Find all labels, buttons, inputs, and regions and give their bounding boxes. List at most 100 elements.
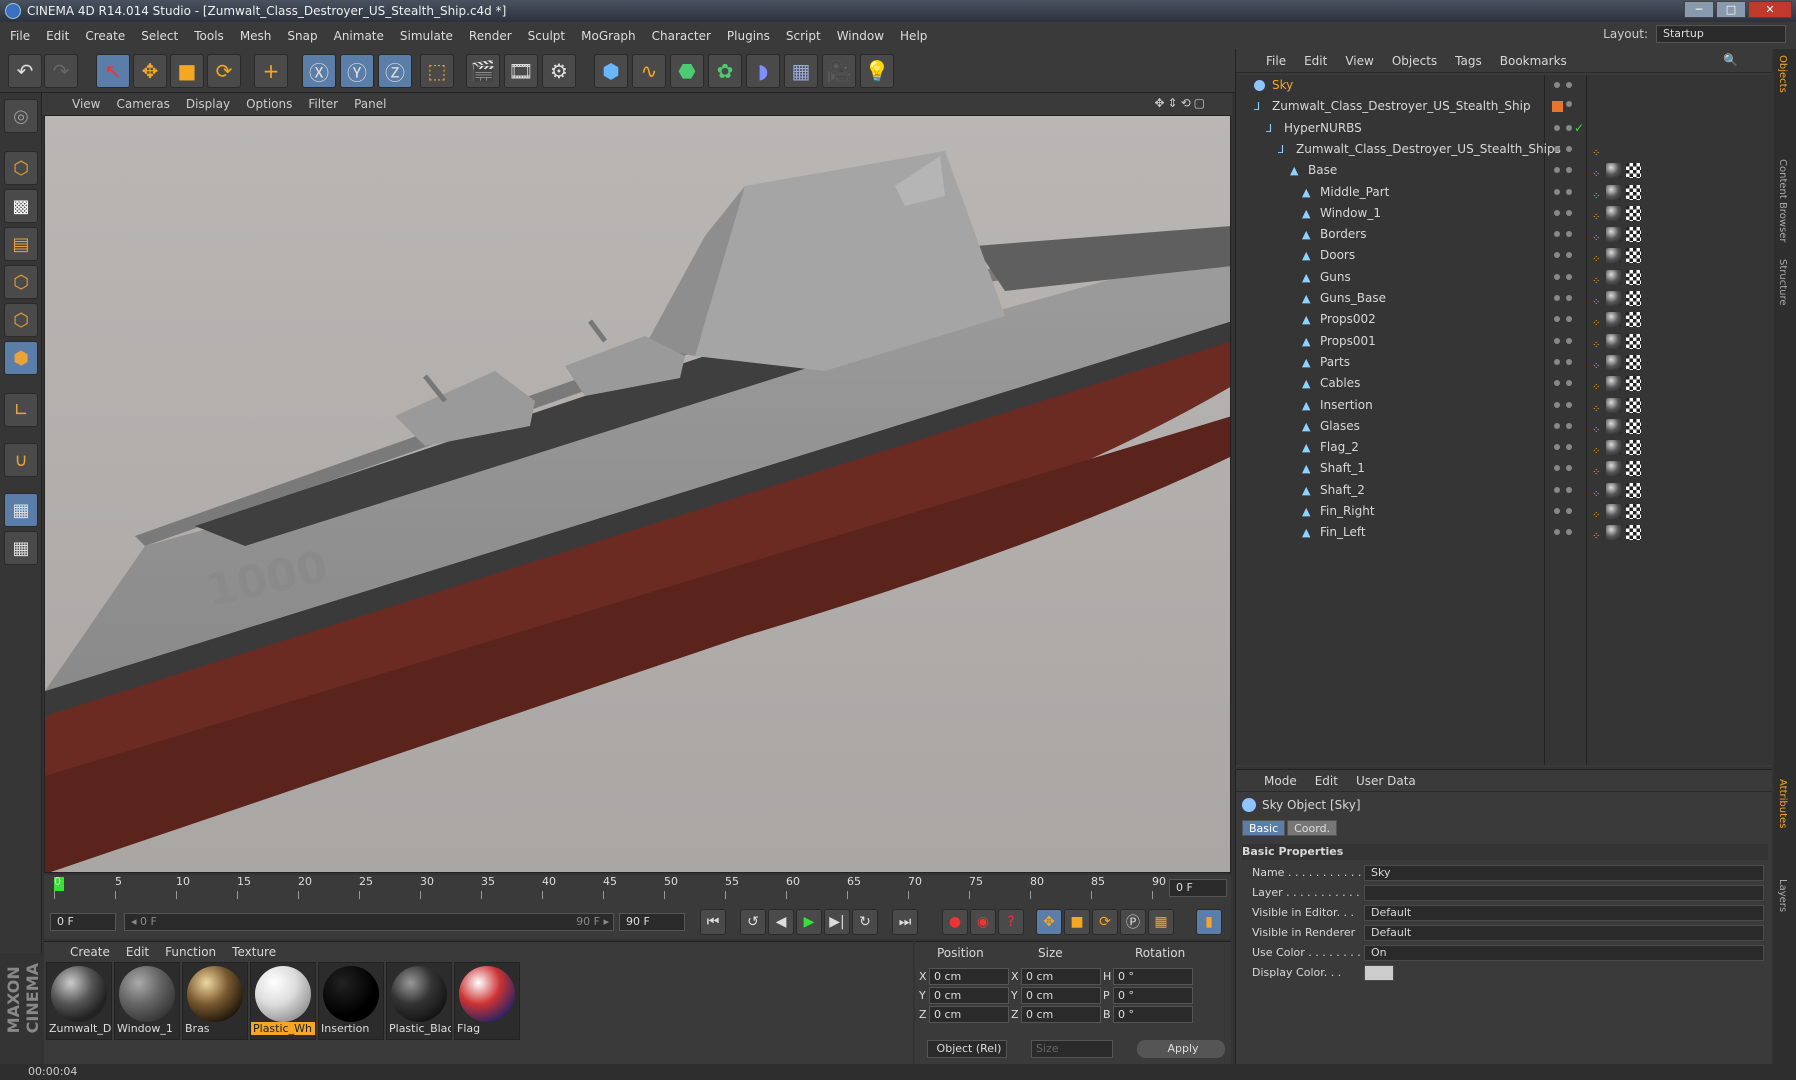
editor-visibility-dot[interactable] — [1554, 529, 1560, 536]
attribute-value-field[interactable]: Sky — [1364, 865, 1764, 881]
uvw-tag-icon[interactable] — [1626, 504, 1641, 519]
object-menu-bookmarks[interactable]: Bookmarks — [1500, 54, 1567, 68]
object-row[interactable]: ▲ Glases ⁘ — [1236, 416, 1773, 437]
uvw-tag-icon[interactable] — [1626, 461, 1641, 477]
uvw-tag-icon[interactable] — [1626, 440, 1641, 456]
uvw-tag-icon[interactable] — [1626, 269, 1641, 285]
object-row[interactable]: ▲ Guns_Base ⁘ — [1236, 288, 1773, 309]
material-tag-icon[interactable] — [1606, 376, 1621, 392]
render-visibility-dot[interactable] — [1566, 508, 1572, 514]
render-visibility-dot[interactable] — [1566, 465, 1572, 472]
object-row[interactable]: ▲ Props001 ⁘ — [1236, 331, 1773, 352]
object-menu-tags[interactable]: Tags — [1455, 54, 1482, 68]
frame-ruler[interactable]: 0 5 10 15 20 25 30 35 40 45 50 55 60 65 70 75 80 85 90 — [54, 875, 1166, 901]
material-tag-icon[interactable] — [1606, 333, 1621, 349]
menu-script[interactable]: Script — [786, 29, 821, 43]
object-row[interactable]: ▲ Parts ⁘ — [1236, 352, 1773, 373]
material-tag-icon[interactable] — [1606, 227, 1621, 243]
nurbs-icon[interactable]: ⬣ — [670, 54, 704, 88]
size-field[interactable]: 0 cm — [1021, 987, 1101, 1004]
uvw-tag-icon[interactable] — [1626, 333, 1641, 349]
material-menu-texture[interactable]: Texture — [232, 945, 276, 959]
render-visibility-dot[interactable] — [1566, 380, 1572, 387]
material-tag-icon[interactable] — [1606, 525, 1621, 541]
deformer-icon[interactable]: ◗ — [746, 54, 780, 88]
render-visibility-dot[interactable] — [1566, 252, 1572, 259]
render-picture-viewer-icon[interactable]: 🎞 — [504, 54, 538, 88]
editor-visibility-dot[interactable] — [1554, 209, 1560, 216]
size-field[interactable]: 0 cm — [1021, 1006, 1101, 1023]
uvw-tag-icon[interactable] — [1626, 227, 1641, 243]
material-tag-icon[interactable] — [1606, 312, 1621, 328]
uvw-tag-icon[interactable] — [1626, 312, 1641, 328]
editor-visibility-dot[interactable] — [1554, 252, 1560, 259]
uvw-tag-icon[interactable] — [1626, 184, 1641, 200]
key-position-icon[interactable]: ✥ — [1036, 909, 1062, 935]
editor-visibility-dot[interactable] — [1554, 444, 1560, 451]
cube-primitive-icon[interactable]: ⬢ — [594, 54, 628, 88]
viewport-menu-cameras[interactable]: Cameras — [116, 97, 169, 111]
material-tag-icon[interactable] — [1606, 269, 1621, 285]
editor-visibility-dot[interactable] — [1554, 82, 1560, 88]
render-settings-icon[interactable]: ⚙ — [542, 54, 576, 88]
menu-sculpt[interactable]: Sculpt — [528, 29, 565, 43]
magnet-snap-icon[interactable]: ∪ — [4, 443, 38, 477]
uvw-tag-icon[interactable] — [1626, 525, 1641, 541]
prev-key-icon[interactable]: ↺ — [740, 909, 766, 935]
prev-frame-icon[interactable]: ◀ — [768, 909, 794, 935]
menu-window[interactable]: Window — [837, 29, 884, 43]
key-pla-icon[interactable]: ▦ — [1148, 909, 1174, 935]
key-parameter-icon[interactable]: Ⓟ — [1120, 909, 1146, 935]
object-row[interactable]: ▲ Borders ⁘ — [1236, 224, 1773, 245]
attribute-value-field[interactable]: Default — [1364, 905, 1764, 921]
object-row[interactable]: ⅃ Zumwalt_Class_Destroyer_US_Stealth_Ship… — [1236, 139, 1773, 160]
material-tag-icon[interactable] — [1606, 291, 1621, 306]
object-search-icon[interactable]: 🔍 — [1723, 53, 1742, 67]
minimize-button[interactable]: ─ — [1684, 1, 1714, 18]
menu-plugins[interactable]: Plugins — [727, 29, 770, 43]
render-visibility-dot[interactable] — [1566, 209, 1572, 216]
material-swatch[interactable]: Window_1 — [114, 962, 180, 1040]
object-row[interactable]: ▲ Guns ⁘ — [1236, 267, 1773, 288]
editor-visibility-dot[interactable] — [1554, 422, 1560, 429]
editor-visibility-dot[interactable] — [1554, 401, 1560, 408]
menu-snap[interactable]: Snap — [287, 29, 317, 43]
attribute-menu-edit[interactable]: Edit — [1315, 774, 1338, 788]
viewport-menu-view[interactable]: View — [72, 97, 100, 111]
menu-animate[interactable]: Animate — [334, 29, 384, 43]
material-swatch[interactable]: Insertion — [318, 962, 384, 1040]
object-row[interactable]: ▲ Fin_Right ⁘ — [1236, 501, 1773, 522]
material-swatch[interactable]: Zumwalt_D — [46, 962, 112, 1040]
render-visibility-dot[interactable] — [1566, 358, 1572, 365]
editor-visibility-dot[interactable] — [1554, 486, 1560, 493]
render-visibility-dot[interactable] — [1566, 101, 1572, 108]
material-menu-create[interactable]: Create — [70, 945, 110, 959]
menu-edit[interactable]: Edit — [46, 29, 69, 43]
editor-visibility-dot[interactable] — [1554, 337, 1560, 344]
layout-select[interactable]: Startup — [1656, 25, 1786, 43]
position-field[interactable]: 0 cm — [929, 968, 1009, 985]
goto-end-icon[interactable]: ⏭ — [892, 909, 918, 935]
object-menu-file[interactable]: File — [1266, 54, 1286, 68]
side-tab-attributes[interactable]: Attributes — [1777, 779, 1788, 828]
object-row[interactable]: ▲ Cables ⁘ — [1236, 373, 1773, 394]
attribute-menu-mode[interactable]: Mode — [1264, 774, 1297, 788]
scale-icon[interactable]: ■ — [170, 54, 204, 88]
current-frame-field[interactable]: 0 F — [1169, 879, 1227, 897]
editor-visibility-dot[interactable] — [1554, 167, 1560, 174]
coordinate-mode-select[interactable]: Object (Rel) — [927, 1040, 1007, 1058]
make-editable-icon[interactable]: ◎ — [4, 99, 38, 133]
render-visibility-dot[interactable] — [1566, 167, 1572, 174]
redo-icon[interactable]: ↷ — [44, 54, 78, 88]
render-visibility-dot[interactable] — [1566, 273, 1572, 280]
editor-visibility-dot[interactable] — [1554, 273, 1560, 280]
axis-mode-icon[interactable]: ∟ — [4, 393, 38, 427]
world-coordinates-icon[interactable]: ⬚ — [420, 54, 454, 88]
render-visibility-dot[interactable] — [1566, 529, 1572, 536]
size-mode-select[interactable]: Size — [1031, 1040, 1113, 1058]
attribute-value-field[interactable]: Default — [1364, 925, 1764, 941]
edges-mode-icon[interactable]: ⬡ — [4, 303, 38, 337]
object-menu-edit[interactable]: Edit — [1304, 54, 1327, 68]
render-view-icon[interactable]: 🎬 — [466, 54, 500, 88]
light-icon[interactable]: 💡 — [860, 54, 894, 88]
